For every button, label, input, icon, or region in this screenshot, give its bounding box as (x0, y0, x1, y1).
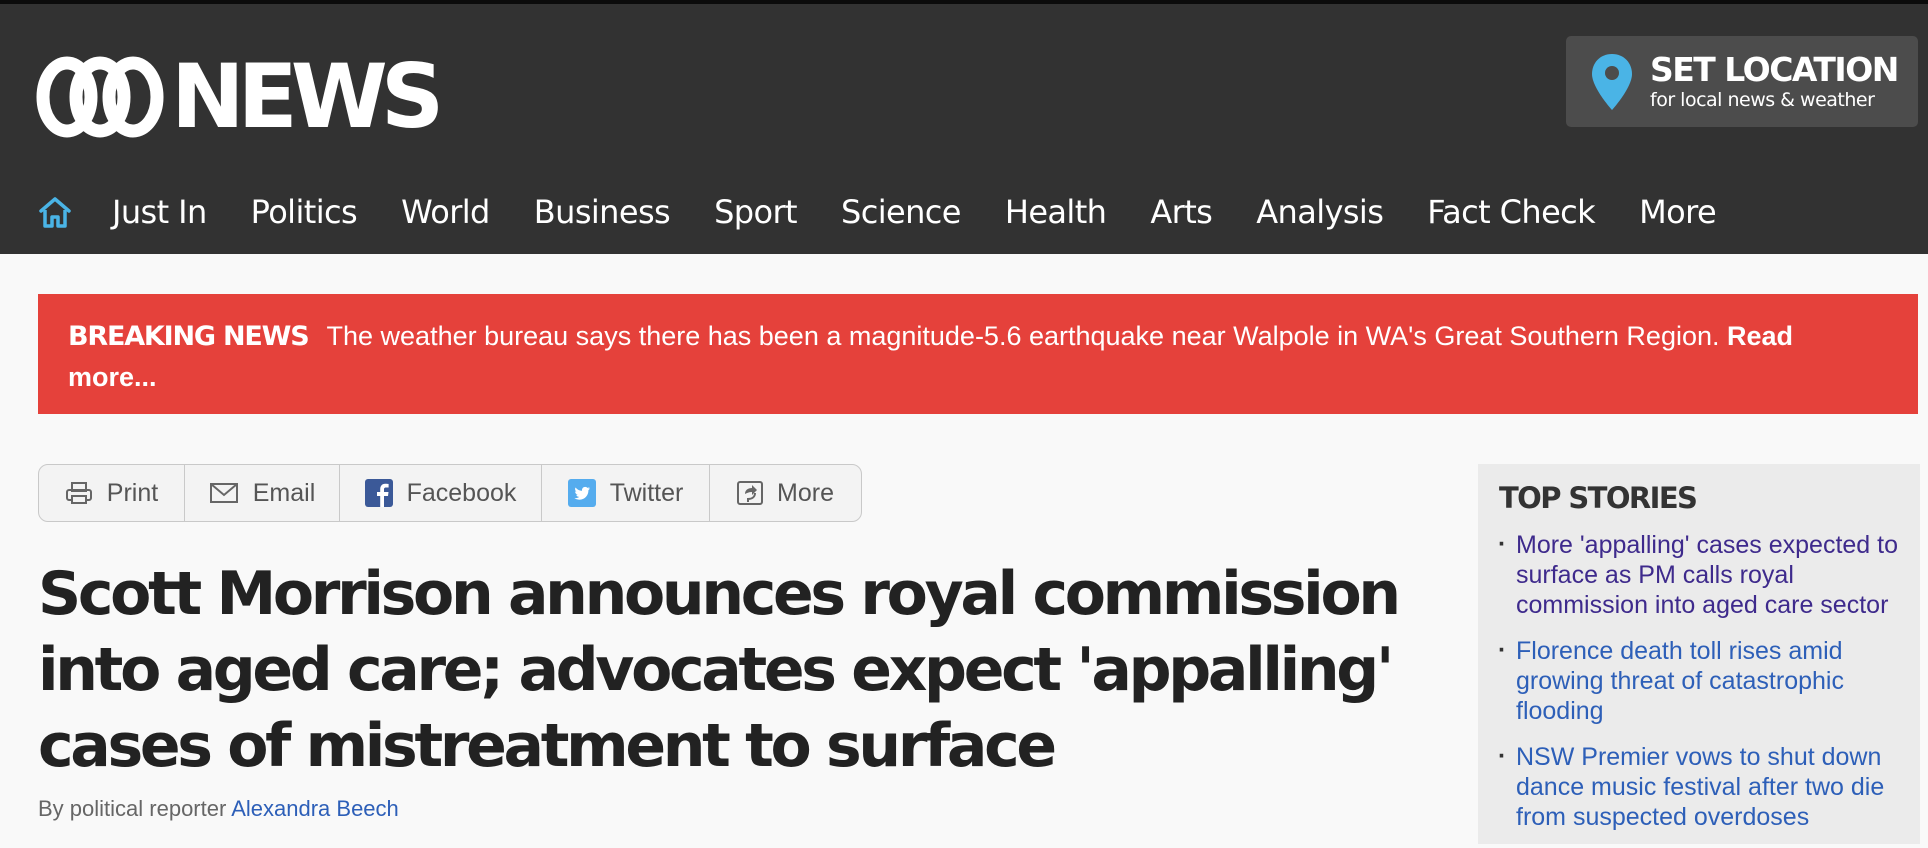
print-label: Print (106, 478, 159, 507)
list-item: Florence death toll rises amid growing t… (1496, 635, 1906, 726)
abc-news-logo[interactable]: NEWS (34, 45, 444, 148)
masthead: NEWS SET LOCATION for local news & weath… (0, 4, 1928, 254)
facebook-label: Facebook (406, 478, 517, 507)
twitter-icon (567, 479, 596, 507)
more-share-label: More (777, 478, 834, 507)
twitter-button[interactable]: Twitter (542, 465, 710, 521)
byline-prefix: By political reporter (38, 796, 227, 821)
more-share-button[interactable]: More (710, 465, 861, 521)
email-button[interactable]: Email (185, 465, 340, 521)
nav-politics[interactable]: Politics (251, 193, 358, 231)
breaking-news-text: The weather bureau says there has been a… (326, 321, 1720, 351)
nav-more[interactable]: More (1639, 193, 1717, 231)
top-story-link[interactable]: Florence death toll rises amid growing t… (1516, 637, 1844, 725)
top-story-link[interactable]: NSW Premier vows to shut down dance musi… (1516, 743, 1884, 831)
facebook-button[interactable]: Facebook (340, 465, 542, 521)
nav-analysis[interactable]: Analysis (1256, 193, 1384, 231)
email-icon (209, 483, 238, 503)
set-location-subtitle: for local news & weather (1650, 88, 1875, 111)
article-headline: Scott Morrison announces royal commissio… (38, 559, 1401, 781)
list-item: More 'appalling' cases expected to surfa… (1496, 529, 1906, 620)
nav-business[interactable]: Business (534, 193, 671, 231)
top-stories-list: More 'appalling' cases expected to surfa… (1496, 529, 1906, 848)
top-stories-panel: TOP STORIES More 'appalling' cases expec… (1478, 464, 1920, 844)
set-location-button[interactable]: SET LOCATION for local news & weather (1566, 36, 1918, 127)
top-story-link[interactable]: More 'appalling' cases expected to surfa… (1516, 531, 1898, 619)
nav-fact-check[interactable]: Fact Check (1427, 193, 1595, 231)
list-item: NSW Premier vows to shut down dance musi… (1496, 741, 1906, 832)
share-toolbar: Print Email Facebook Twitter More (38, 464, 862, 522)
nav-arts[interactable]: Arts (1150, 193, 1212, 231)
logo-wordmark: NEWS (171, 45, 444, 148)
breaking-news-banner: BREAKING NEWS The weather bureau says the… (38, 294, 1918, 414)
twitter-label: Twitter (609, 478, 684, 507)
nav-sport[interactable]: Sport (714, 193, 798, 231)
nav-science[interactable]: Science (841, 193, 961, 231)
print-icon (65, 482, 92, 504)
nav-world[interactable]: World (401, 193, 490, 231)
nav-just-in[interactable]: Just In (112, 193, 207, 231)
home-icon[interactable] (38, 195, 72, 229)
main-nav: Just In Politics World Business Sport Sc… (0, 184, 1717, 240)
author-link[interactable]: Alexandra Beech (231, 796, 399, 821)
set-location-title: SET LOCATION (1650, 49, 1899, 89)
abc-logo-icon (36, 56, 164, 138)
facebook-icon (364, 479, 393, 507)
print-button[interactable]: Print (39, 465, 185, 521)
top-stories-title: TOP STORIES (1499, 481, 1698, 515)
breaking-news-label: BREAKING NEWS (68, 321, 310, 352)
location-pin-icon (1592, 53, 1632, 110)
nav-health[interactable]: Health (1005, 193, 1107, 231)
byline: By political reporter Alexandra Beech (38, 796, 399, 822)
email-label: Email (252, 478, 316, 507)
share-more-icon (737, 481, 764, 505)
